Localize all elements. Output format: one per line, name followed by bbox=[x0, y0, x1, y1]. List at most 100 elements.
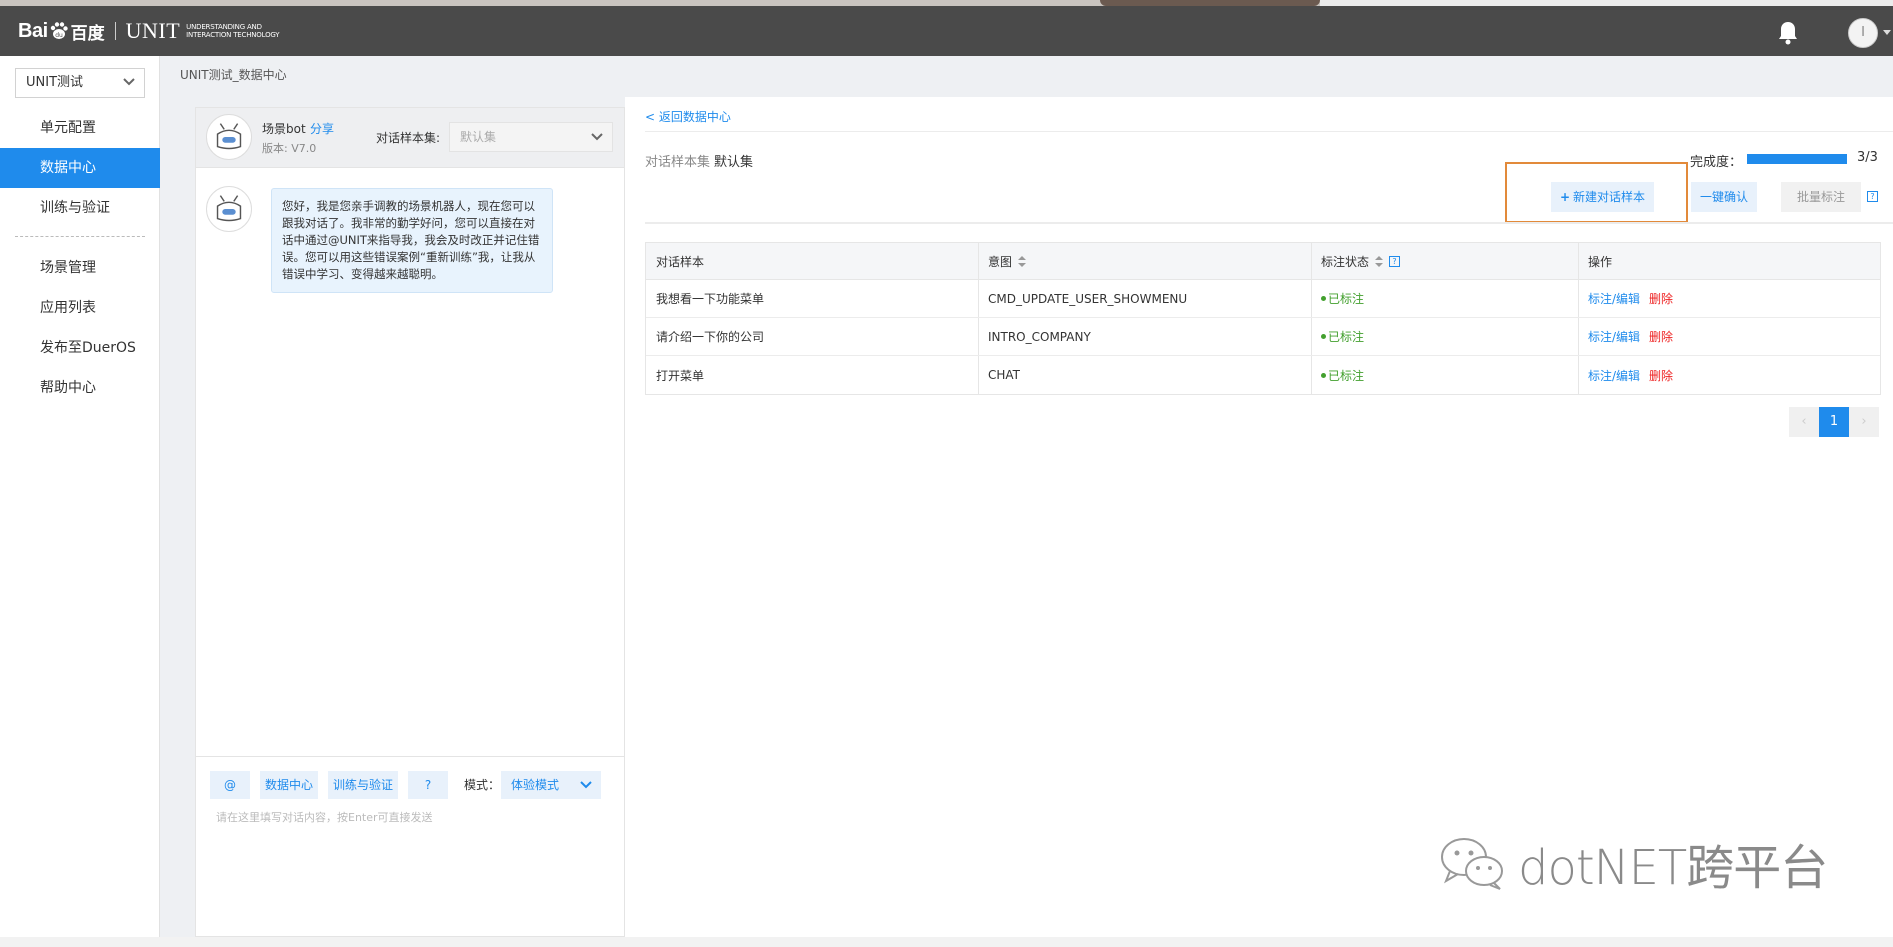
new-sample-button-label: 新建对话样本 bbox=[1573, 190, 1646, 204]
edit-link[interactable]: 标注/编辑 bbox=[1588, 328, 1640, 345]
cell-sample: 我想看一下功能菜单 bbox=[656, 292, 765, 306]
completion-label: 完成度： bbox=[1690, 155, 1743, 170]
dataset-info-name: 默认集 bbox=[714, 155, 754, 170]
cell-status: 已标注 bbox=[1311, 280, 1364, 317]
bottom-strip bbox=[0, 937, 1893, 947]
chevron-down-icon bbox=[591, 133, 603, 141]
chevron-down-icon bbox=[580, 781, 592, 789]
sidebar-item-data-center[interactable]: 数据中心 bbox=[0, 148, 160, 188]
header-intent[interactable]: 意图 bbox=[978, 243, 1027, 279]
sort-icon[interactable] bbox=[1018, 255, 1027, 267]
project-select-value: UNIT测试 bbox=[26, 75, 84, 90]
pager-next-button[interactable]: › bbox=[1849, 407, 1879, 437]
sidebar-item-app-list[interactable]: 应用列表 bbox=[0, 288, 160, 328]
back-to-data-center-link[interactable]: < 返回数据中心 bbox=[645, 108, 731, 125]
sidebar-item-publish-dueros[interactable]: 发布至DuerOS bbox=[0, 328, 160, 368]
delete-link[interactable]: 删除 bbox=[1649, 290, 1673, 307]
confirm-all-button[interactable]: 一键确认 bbox=[1691, 182, 1757, 212]
cell-actions: 标注/编辑 删除 bbox=[1578, 356, 1673, 394]
help-icon[interactable]: ? bbox=[1867, 191, 1878, 202]
watermark-text: dotNET跨平台 bbox=[1518, 840, 1828, 896]
cell-actions: 标注/编辑 删除 bbox=[1578, 318, 1673, 355]
delete-link[interactable]: 删除 bbox=[1649, 367, 1673, 384]
top-header: Bai du 百度 UNIT Understanding and Interact… bbox=[0, 6, 1893, 56]
cell-intent: INTRO_COMPANY bbox=[988, 329, 1091, 344]
baidu-unit-logo[interactable]: Bai du 百度 UNIT Understanding and Interact… bbox=[18, 18, 280, 44]
share-link[interactable]: 分享 bbox=[310, 120, 334, 137]
sidebar-item-scene-manage[interactable]: 场景管理 bbox=[0, 248, 160, 288]
bot-version: 版本: V7.0 bbox=[262, 142, 317, 155]
dataset-info: 对话样本集 默认集 bbox=[645, 151, 753, 170]
pager-page-1[interactable]: 1 bbox=[1819, 407, 1849, 437]
table-header: 对话样本 意图 标注状态 ? 操作 bbox=[646, 243, 1880, 280]
header-status[interactable]: 标注状态 ? bbox=[1311, 243, 1401, 279]
mode-select-value: 体验模式 bbox=[511, 778, 560, 792]
edit-link[interactable]: 标注/编辑 bbox=[1588, 367, 1640, 384]
sort-icon[interactable] bbox=[1375, 255, 1384, 267]
chat-input-area: @ 数据中心 训练与验证 ? 模式： 体验模式 请在这里填写对话内容，按Ente… bbox=[196, 756, 624, 824]
logo-bai-text: Bai bbox=[18, 19, 48, 42]
new-sample-button[interactable]: + 新建对话样本 bbox=[1551, 182, 1654, 212]
at-unit-button[interactable]: @ bbox=[210, 771, 250, 799]
cell-intent: CHAT bbox=[988, 368, 1021, 382]
cell-sample: 打开菜单 bbox=[656, 368, 705, 383]
logo-separator bbox=[114, 22, 116, 40]
table-row: 请介绍一下你的公司 INTRO_COMPANY 已标注 标注/编辑 删除 bbox=[646, 318, 1880, 356]
delete-link[interactable]: 删除 bbox=[1649, 328, 1673, 345]
sidebar-item-unit-config[interactable]: 单元配置 bbox=[0, 108, 160, 148]
chat-header: 场景bot 分享 版本: V7.0 对话样本集: 默认集 bbox=[196, 108, 624, 168]
cell-sample: 请介绍一下你的公司 bbox=[656, 330, 765, 344]
help-icon[interactable]: ? bbox=[1389, 255, 1401, 267]
cell-status: 已标注 bbox=[1311, 318, 1364, 355]
sidebar-item-help-center[interactable]: 帮助中心 bbox=[0, 368, 160, 408]
sidebar: UNIT测试 单元配置 数据中心 训练与验证 场景管理 应用列表 发布至Duer… bbox=[0, 56, 160, 947]
mode-label: 模式： bbox=[464, 778, 501, 792]
bot-name: 场景bot bbox=[262, 122, 306, 136]
status-dot-icon bbox=[1321, 372, 1326, 378]
watermark: dotNET跨平台 bbox=[1438, 828, 1828, 898]
sidebar-item-train-validate[interactable]: 训练与验证 bbox=[0, 188, 160, 228]
header-intent-label: 意图 bbox=[988, 254, 1013, 269]
dataset-select[interactable]: 默认集 bbox=[449, 122, 613, 152]
dataset-select-value: 默认集 bbox=[460, 130, 497, 144]
edit-link[interactable]: 标注/编辑 bbox=[1588, 290, 1640, 307]
mode-select[interactable]: 体验模式 bbox=[501, 771, 601, 799]
status-dot-icon bbox=[1321, 334, 1326, 339]
completion-progress-bar bbox=[1747, 154, 1847, 164]
cell-status: 已标注 bbox=[1311, 356, 1364, 394]
robot-avatar-icon bbox=[206, 186, 252, 232]
dataset-info-label: 对话样本集 bbox=[645, 155, 711, 170]
logo-tagline: Understanding and Interaction Technology bbox=[186, 23, 280, 39]
main-panel: < 返回数据中心 对话样本集 默认集 完成度： 3/3 + 新建对话样本 一键确认 … bbox=[625, 97, 1893, 937]
svg-text:du: du bbox=[55, 32, 63, 39]
chevron-down-icon bbox=[123, 78, 135, 86]
user-avatar[interactable]: I bbox=[1848, 18, 1878, 48]
data-center-button[interactable]: 数据中心 bbox=[260, 771, 318, 799]
bot-message-bubble: 您好，我是您亲手调教的场景机器人，现在您可以跟我对话了。我非常的勤学好问，您可以… bbox=[271, 188, 553, 293]
chat-message-input[interactable]: 请在这里填写对话内容，按Enter可直接发送 bbox=[216, 809, 433, 825]
status-badge: 已标注 bbox=[1328, 330, 1365, 344]
plus-icon: + bbox=[1559, 190, 1571, 204]
divider bbox=[645, 131, 1893, 132]
train-validate-button[interactable]: 训练与验证 bbox=[328, 771, 398, 799]
notification-bell-icon[interactable] bbox=[1776, 20, 1800, 46]
avatar-dropdown-caret-icon[interactable] bbox=[1883, 30, 1891, 35]
table-row: 打开菜单 CHAT 已标注 标注/编辑 删除 bbox=[646, 356, 1880, 394]
divider bbox=[645, 222, 1893, 224]
logo-cn-text: 百度 bbox=[70, 23, 105, 44]
cell-actions: 标注/编辑 删除 bbox=[1578, 280, 1673, 317]
sidebar-divider bbox=[15, 236, 145, 237]
header-status-label: 标注状态 bbox=[1321, 254, 1370, 269]
header-actions: 操作 bbox=[1588, 254, 1613, 269]
help-button[interactable]: ? bbox=[408, 771, 448, 799]
project-select[interactable]: UNIT测试 bbox=[15, 68, 145, 98]
robot-avatar-icon bbox=[206, 114, 252, 160]
status-badge: 已标注 bbox=[1328, 368, 1365, 383]
completion-progress-fill bbox=[1747, 154, 1847, 164]
breadcrumb: UNIT测试_数据中心 bbox=[180, 68, 287, 82]
header-sample: 对话样本 bbox=[656, 254, 705, 269]
dataset-label: 对话样本集: bbox=[376, 131, 441, 145]
pager-prev-button[interactable]: ‹ bbox=[1789, 407, 1819, 437]
batch-label-button[interactable]: 批量标注 bbox=[1781, 182, 1861, 212]
baidu-paw-icon: du bbox=[50, 22, 68, 39]
